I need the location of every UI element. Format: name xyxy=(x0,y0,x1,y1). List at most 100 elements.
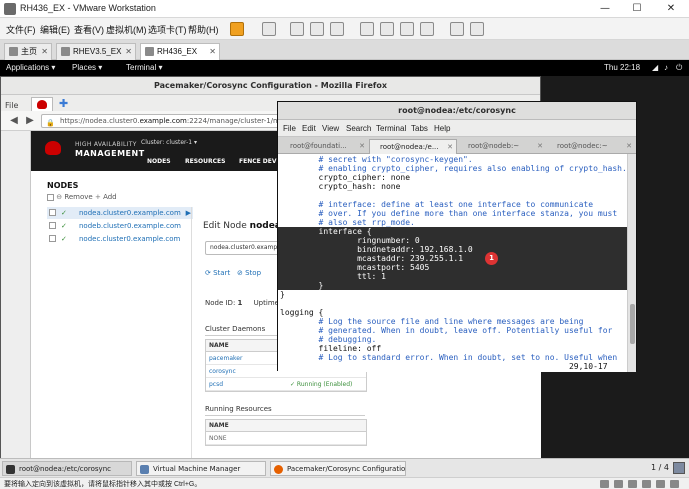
url-bar[interactable]: 🔒 https://nodea.cluster0.example.com:222… xyxy=(41,114,301,128)
node-checkbox[interactable] xyxy=(49,222,56,229)
table-row[interactable]: pcsd ✓ Running (Enabled) xyxy=(206,378,366,391)
minimize-button[interactable]: — xyxy=(590,2,620,16)
task-virt-manager[interactable]: Virtual Machine Manager xyxy=(136,461,266,476)
back-icon[interactable]: ◀ xyxy=(7,114,21,128)
menu-terminal[interactable]: Terminal xyxy=(376,124,406,133)
pause-icon[interactable] xyxy=(230,22,244,36)
list-item[interactable]: ✓ nodec.cluster0.example.com xyxy=(47,233,193,245)
close-icon[interactable]: ✕ xyxy=(125,44,132,59)
daemon-name: corosync xyxy=(209,368,236,375)
menu-view[interactable]: 查看(V) xyxy=(74,23,104,36)
workspace-pager[interactable]: 1 / 4 xyxy=(651,463,669,472)
select-all-checkbox[interactable] xyxy=(47,193,54,201)
terminal-tab-active[interactable]: root@nodea:/e... ✕ xyxy=(369,139,457,154)
lock-icon: 🔒 xyxy=(46,119,55,127)
display-icon[interactable] xyxy=(670,480,679,488)
menu-tabs[interactable]: 选项卡(T) xyxy=(148,23,187,36)
node-checkbox[interactable] xyxy=(49,235,56,242)
terminal-line: } xyxy=(280,290,285,299)
volume-icon[interactable]: ♪ xyxy=(664,63,668,72)
workspace-icon[interactable] xyxy=(673,462,685,474)
snapshot-manager-icon[interactable] xyxy=(330,22,344,36)
terminal-tab[interactable]: root@nodec:~ ✕ xyxy=(547,139,635,154)
add-button[interactable]: Add xyxy=(103,193,117,201)
thumbnail-icon[interactable] xyxy=(380,22,394,36)
revert-snapshot-icon[interactable] xyxy=(310,22,324,36)
menu-search[interactable]: Search xyxy=(346,124,371,133)
terminal-tab[interactable]: root@foundati... ✕ xyxy=(280,139,368,154)
remove-button[interactable]: Remove xyxy=(64,193,92,201)
forward-icon[interactable]: ▶ xyxy=(23,114,37,128)
file-label: File xyxy=(5,101,19,110)
terminal-line: mcastaddr: 239.255.1.1 xyxy=(278,254,627,263)
console-view-icon[interactable] xyxy=(450,22,464,36)
daemon-status: ✓ Running (Enabled) xyxy=(290,381,353,388)
list-item[interactable]: ✓ nodeb.cluster0.example.com xyxy=(47,220,193,232)
close-icon[interactable]: ✕ xyxy=(209,44,216,59)
terminal-title: root@nodea:/etc/corosync xyxy=(278,102,636,120)
tab-rhev35[interactable]: RHEV3.5_EX ✕ xyxy=(56,43,136,60)
places-menu[interactable]: Places ▾ xyxy=(72,63,102,72)
snapshot-icon[interactable] xyxy=(290,22,304,36)
network-adapter-icon[interactable] xyxy=(628,480,637,488)
menu-help[interactable]: Help xyxy=(434,124,450,133)
close-button[interactable]: ✕ xyxy=(656,2,686,16)
maximize-button[interactable]: ☐ xyxy=(622,2,652,16)
close-icon[interactable]: ✕ xyxy=(537,139,543,154)
divider xyxy=(205,415,365,416)
menu-edit[interactable]: 编辑(E) xyxy=(40,23,70,36)
tab-rh436[interactable]: RH436_EX ✕ xyxy=(140,43,220,60)
menu-file[interactable]: 文件(F) xyxy=(6,23,36,36)
terminal-app-menu[interactable]: Terminal ▾ xyxy=(126,63,162,72)
terminal-line: # also set rrp_mode. xyxy=(280,218,415,227)
sound-icon[interactable] xyxy=(656,480,665,488)
vm-icon xyxy=(61,47,70,56)
scrollbar-thumb[interactable] xyxy=(630,304,635,344)
fullscreen-icon[interactable] xyxy=(400,22,414,36)
menu-tabs[interactable]: Tabs xyxy=(411,124,428,133)
vmware-titlebar: RH436_EX - VMware Workstation — ☐ ✕ xyxy=(0,0,689,18)
tab-home[interactable]: 主页 ✕ xyxy=(4,43,52,60)
close-icon[interactable]: ✕ xyxy=(626,139,632,154)
nav-resources[interactable]: RESOURCES xyxy=(185,158,225,165)
clock[interactable]: Thu 22:18 xyxy=(604,63,640,72)
menu-file[interactable]: File xyxy=(283,124,296,133)
stop-button[interactable]: ⊘ Stop xyxy=(237,269,261,277)
network-icon[interactable]: ◢ xyxy=(652,63,658,72)
task-firefox[interactable]: Pacemaker/Corosync Configuratio... xyxy=(270,461,406,476)
cdrom-icon[interactable] xyxy=(614,480,623,488)
library-icon[interactable] xyxy=(360,22,374,36)
nav-nodes[interactable]: NODES xyxy=(147,158,171,165)
start-button[interactable]: ⟳ Start xyxy=(205,269,230,277)
table-header: NAME xyxy=(206,420,366,432)
window-title: RH436_EX - VMware Workstation xyxy=(20,3,156,13)
new-tab-icon[interactable]: ✚ xyxy=(59,97,68,110)
close-icon[interactable]: ✕ xyxy=(359,139,365,154)
check-icon: ✓ xyxy=(61,222,67,230)
unity-icon[interactable] xyxy=(420,22,434,36)
terminal-scrollbar[interactable] xyxy=(627,154,636,372)
usb-icon[interactable] xyxy=(642,480,651,488)
hdd-icon[interactable] xyxy=(600,480,609,488)
power-icon[interactable]: ⏻ xyxy=(676,63,682,73)
menu-help[interactable]: 帮助(H) xyxy=(188,23,219,36)
vmware-menubar: 文件(F) 编辑(E) 查看(V) 虚拟机(M) 选项卡(T) 帮助(H) xyxy=(0,18,689,40)
terminal-body[interactable]: # secret with "corosync-keygen". # enabl… xyxy=(278,154,629,372)
close-icon[interactable]: ✕ xyxy=(41,44,48,59)
list-item[interactable]: ✓ nodea.cluster0.example.com ▶ xyxy=(47,207,193,219)
cluster-selector[interactable]: Cluster: cluster-1 ▾ xyxy=(141,139,197,146)
close-icon[interactable]: ✕ xyxy=(447,140,453,154)
node-select[interactable]: nodea.cluster0.example xyxy=(205,241,285,255)
node-checkbox[interactable] xyxy=(49,209,56,216)
menu-vm[interactable]: 虚拟机(M) xyxy=(106,23,147,36)
terminal-tab[interactable]: root@nodeb:~ ✕ xyxy=(458,139,546,154)
menu-view[interactable]: View xyxy=(322,124,339,133)
firefox-tab[interactable] xyxy=(31,97,53,111)
send-keys-icon[interactable] xyxy=(262,22,276,36)
applications-menu[interactable]: Applications ▾ xyxy=(6,63,55,72)
stretch-icon[interactable] xyxy=(470,22,484,36)
node-id-label: Node ID: xyxy=(205,299,236,307)
terminal-line: # enabling crypto_cipher, requires also … xyxy=(280,164,627,173)
task-terminal[interactable]: root@nodea:/etc/corosync xyxy=(2,461,132,476)
menu-edit[interactable]: Edit xyxy=(302,124,316,133)
